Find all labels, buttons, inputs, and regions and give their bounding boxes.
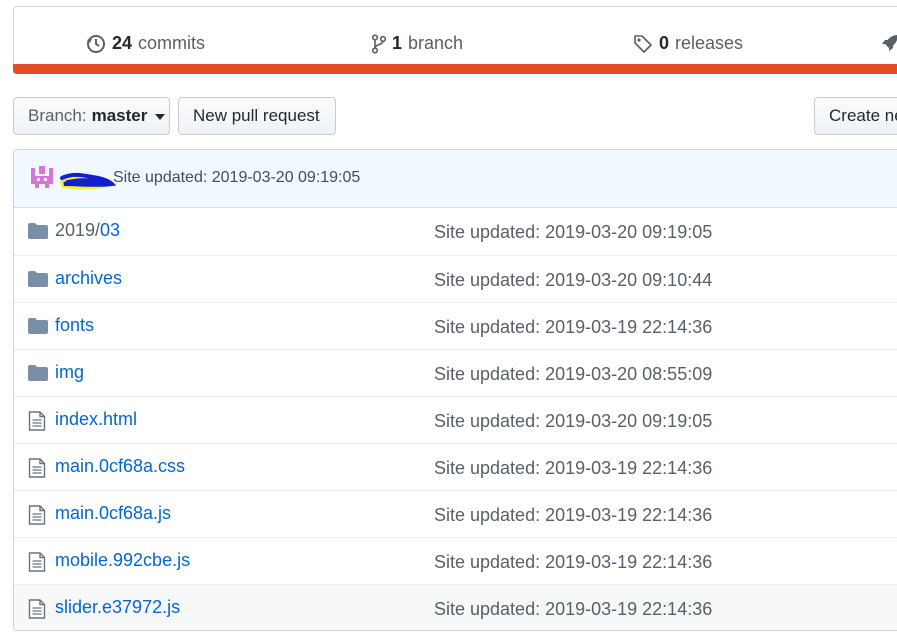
rocket-icon: [880, 33, 897, 53]
file-name-link[interactable]: fonts: [55, 315, 94, 336]
file-icon: [28, 505, 46, 530]
file-name-link[interactable]: slider.e37972.js: [55, 597, 180, 618]
file-icon: [28, 552, 46, 577]
file-row[interactable]: img Site updated: 2019-03-20 08:55:09: [14, 349, 897, 396]
file-commit-message[interactable]: Site updated: 2019-03-20 09:19:05: [434, 222, 712, 243]
file-name-link[interactable]: 2019/03: [55, 220, 120, 241]
branch-prefix: Branch:: [28, 106, 87, 125]
file-name-text[interactable]: main.0cf68a.js: [55, 503, 171, 523]
file-icon: [28, 411, 46, 436]
file-table: Site updated: 2019-03-20 09:19:05 2019/0…: [13, 149, 897, 631]
file-commit-message[interactable]: Site updated: 2019-03-20 09:19:05: [434, 411, 712, 432]
releases-count: 0: [659, 33, 670, 53]
commits-count: 24: [112, 33, 133, 53]
branches-count: 1: [392, 33, 403, 53]
file-commit-message[interactable]: Site updated: 2019-03-19 22:14:36: [434, 458, 712, 479]
file-icon: [28, 458, 46, 483]
avatar[interactable]: [29, 164, 55, 195]
branch-name: master: [91, 106, 148, 125]
latest-commit-message[interactable]: Site updated: 2019-03-20 09:19:05: [113, 169, 360, 187]
file-name-link[interactable]: mobile.992cbe.js: [55, 550, 190, 571]
file-name-text[interactable]: img: [55, 362, 84, 382]
file-name-text[interactable]: slider.e37972.js: [55, 597, 180, 617]
file-name-link[interactable]: main.0cf68a.js: [55, 503, 171, 524]
file-row[interactable]: archives Site updated: 2019-03-20 09:10:4…: [14, 255, 897, 302]
file-list: 2019/03 Site updated: 2019-03-20 09:19:05…: [14, 208, 897, 630]
branches-link[interactable]: 1 branch: [372, 33, 463, 54]
file-commit-message[interactable]: Site updated: 2019-03-20 09:10:44: [434, 270, 712, 291]
folder-icon: [28, 317, 48, 340]
file-commit-message[interactable]: Site updated: 2019-03-19 22:14:36: [434, 505, 712, 526]
file-row[interactable]: mobile.992cbe.js Site updated: 2019-03-19…: [14, 537, 897, 584]
create-new-file-label: Create ne: [829, 106, 897, 125]
file-name-text[interactable]: 03: [100, 220, 120, 240]
new-pull-request-button[interactable]: New pull request: [178, 97, 336, 135]
tag-icon: [633, 34, 653, 54]
folder-icon: [28, 364, 48, 387]
file-commit-message[interactable]: Site updated: 2019-03-19 22:14:36: [434, 552, 712, 573]
new-pull-request-label: New pull request: [193, 106, 320, 125]
file-row[interactable]: main.0cf68a.css Site updated: 2019-03-19 …: [14, 443, 897, 490]
folder-icon: [28, 270, 48, 293]
latest-commit: Site updated: 2019-03-20 09:19:05: [14, 150, 897, 208]
file-commit-message[interactable]: Site updated: 2019-03-19 22:14:36: [434, 599, 712, 620]
file-commit-message[interactable]: Site updated: 2019-03-20 08:55:09: [434, 364, 712, 385]
file-name-text[interactable]: archives: [55, 268, 122, 288]
create-new-file-button[interactable]: Create ne: [814, 97, 897, 135]
folder-icon: [28, 222, 48, 245]
language-bar[interactable]: [13, 64, 897, 74]
file-icon: [28, 599, 46, 624]
file-name-text[interactable]: main.0cf68a.css: [55, 456, 185, 476]
file-name-link[interactable]: img: [55, 362, 84, 383]
git-branch-icon: [372, 33, 386, 54]
file-row[interactable]: main.0cf68a.js Site updated: 2019-03-19 2…: [14, 490, 897, 537]
file-row[interactable]: index.html Site updated: 2019-03-20 09:19…: [14, 396, 897, 443]
redacted-author-scribble: [56, 166, 117, 197]
file-row[interactable]: slider.e37972.js Site updated: 2019-03-19…: [14, 584, 897, 630]
file-row[interactable]: fonts Site updated: 2019-03-19 22:14:36: [14, 302, 897, 349]
file-name-text[interactable]: index.html: [55, 409, 137, 429]
file-name-link[interactable]: index.html: [55, 409, 137, 430]
environments-link[interactable]: [880, 33, 897, 53]
branches-label: branch: [408, 33, 464, 53]
branch-select-button[interactable]: Branch: master: [13, 97, 170, 135]
file-commit-message[interactable]: Site updated: 2019-03-19 22:14:36: [434, 317, 712, 338]
commits-label: commits: [138, 33, 206, 53]
file-name-link[interactable]: main.0cf68a.css: [55, 456, 185, 477]
caret-down-icon: [155, 114, 166, 120]
commits-link[interactable]: 24 commits: [86, 33, 205, 54]
releases-label: releases: [675, 33, 744, 53]
file-name-text[interactable]: fonts: [55, 315, 94, 335]
history-icon: [86, 34, 106, 54]
file-row[interactable]: 2019/03 Site updated: 2019-03-20 09:19:05: [14, 208, 897, 255]
file-name-text[interactable]: mobile.992cbe.js: [55, 550, 190, 570]
releases-link[interactable]: 0 releases: [633, 33, 743, 54]
file-name-link[interactable]: archives: [55, 268, 122, 289]
file-name-path-prefix: 2019/: [55, 220, 101, 240]
